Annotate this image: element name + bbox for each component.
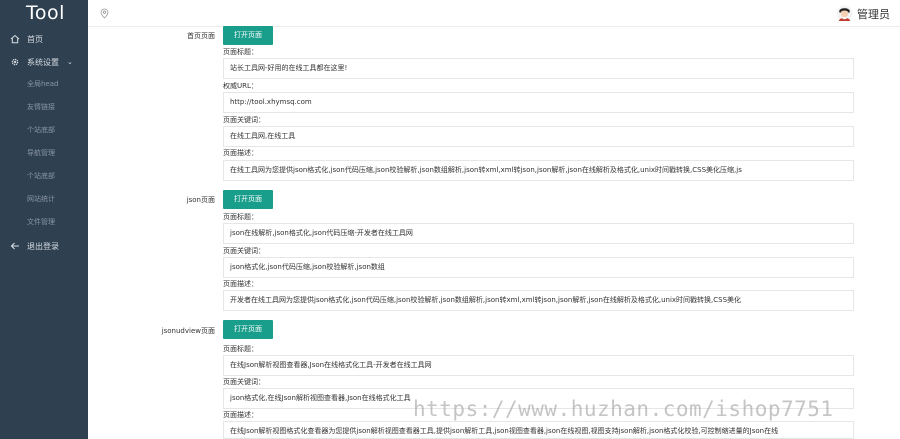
field-label: 页面标题：: [223, 48, 258, 56]
sidebar-subitem-stats[interactable]: 网站统计: [0, 190, 88, 208]
user-name: 管理员: [857, 7, 890, 21]
keywords-field-home[interactable]: 在线工具网,在线工具: [223, 126, 854, 147]
field-label: 页面描述：: [223, 280, 258, 288]
sidebar-subitem-head[interactable]: 全局head: [0, 75, 88, 93]
sidebar-subitem-footer[interactable]: 个站底部: [0, 121, 88, 139]
logo-area: Tool: [0, 0, 88, 27]
watermark-text: https://www.huzhan.com/ishop7751: [413, 397, 834, 421]
avatar-icon: [836, 5, 853, 22]
open-page-button-jsonudview[interactable]: 打开页面: [223, 320, 273, 339]
field-label: 页面标题：: [223, 345, 258, 353]
gear-icon: [11, 58, 19, 66]
description-field-home[interactable]: 在线工具网为您提供json格式化,json代码压缩,json校验解析,json数…: [223, 160, 854, 181]
section-label-jsonudview: jsonudview页面: [161, 327, 215, 335]
sidebar-item-label: 系统设置: [27, 57, 59, 67]
sidebar-item-home[interactable]: 首页: [0, 30, 88, 48]
keywords-field-json[interactable]: json格式化,json代码压缩,json校验解析,json数组: [223, 257, 854, 278]
field-label: 页面描述：: [223, 411, 258, 419]
field-label: 页面标题：: [223, 213, 258, 221]
sidebar-subitem-links[interactable]: 友情链接: [0, 98, 88, 116]
section-label-home: 首页页面: [187, 32, 215, 40]
field-label: 页面描述：: [223, 149, 258, 157]
sidebar-item-label: 退出登录: [27, 241, 59, 251]
field-label: 页面关键词：: [223, 116, 265, 124]
user-menu[interactable]: 管理员: [836, 5, 890, 22]
canonical-url-field[interactable]: http://tool.xhymsq.com: [223, 92, 854, 113]
chevron-down-icon: ⌄: [67, 58, 73, 66]
open-page-button-json[interactable]: 打开页面: [223, 190, 273, 209]
field-label: 权威URL：: [223, 82, 258, 90]
sidebar-item-logout[interactable]: 退出登录: [0, 237, 88, 255]
description-field-jsonudview[interactable]: 在线Json解析视图格式化查看器为您提供json解析视图查看器工具,提供json…: [223, 421, 854, 439]
app-logo[interactable]: Tool: [26, 2, 65, 24]
sidebar-subitem-files[interactable]: 文件管理: [0, 213, 88, 231]
field-label: 页面关键词：: [223, 378, 265, 386]
field-label: 页面关键词：: [223, 247, 265, 255]
home-icon: [10, 34, 20, 44]
sidebar-subitem-nav[interactable]: 导航管理: [0, 144, 88, 162]
page-title-field-jsonudview[interactable]: 在线Json解析视图查看器,Json在线格式化工具-开发者在线工具网: [223, 355, 854, 376]
sidebar-item-settings[interactable]: 系统设置 ⌄: [0, 53, 88, 71]
section-label-json: json页面: [186, 196, 215, 204]
sidebar-subitem-footer-2[interactable]: 个站底部: [0, 167, 88, 185]
sidebar: 首页 系统设置 ⌄ 全局head 友情链接 个站底部 导航管理 个站底部 网站统…: [0, 27, 88, 439]
page-title-field-json[interactable]: json在线解析,json格式化,json代码压缩-开发者在线工具网: [223, 223, 854, 244]
description-field-json[interactable]: 开发者在线工具网为您提供json格式化,json代码压缩,json校验解析,js…: [223, 290, 854, 311]
page-title-field-home[interactable]: 站长工具网-好用的在线工具都在这里!: [223, 58, 854, 79]
location-icon[interactable]: [100, 8, 109, 19]
sidebar-item-label: 首页: [27, 34, 43, 44]
top-header: Tool 管理员: [0, 0, 900, 27]
open-page-button-home[interactable]: 打开页面: [223, 26, 273, 45]
arrow-left-icon: [10, 242, 19, 250]
